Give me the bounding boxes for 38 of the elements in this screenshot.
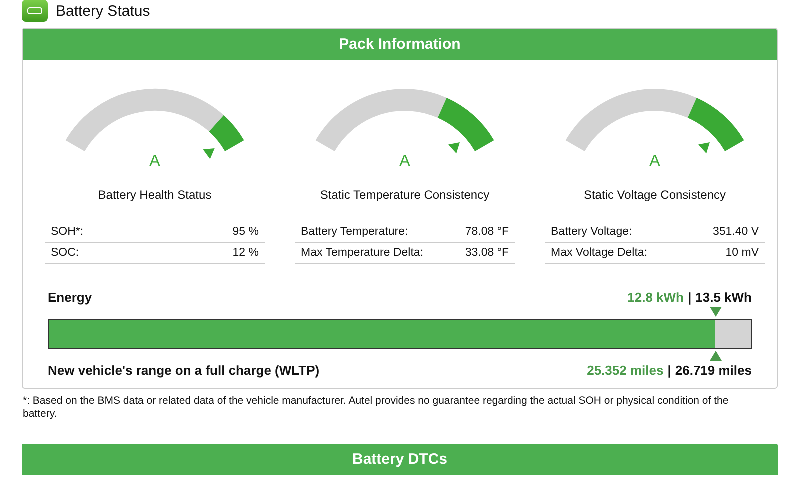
range-current: 25.352 miles <box>587 363 664 378</box>
energy-label: Energy <box>48 290 92 305</box>
pointer-icon <box>203 148 215 160</box>
gauge-grade: A <box>150 153 160 170</box>
range-label: New vehicle's range on a full charge (WLTP) <box>48 363 320 378</box>
footnote: *: Based on the BMS data or related data of the vehicle manufacturer. Autel provides no guarantee regarding the actual SOH or physical condition of the battery. <box>23 395 730 420</box>
energy-total: 13.5 kWh <box>696 290 752 305</box>
gauge-fill <box>437 98 494 152</box>
field-label: Max Voltage Delta: <box>551 247 648 259</box>
gauge-fill <box>687 98 744 152</box>
field-label: SOC: <box>51 247 80 259</box>
pointer-icon <box>448 142 460 154</box>
field-value: 78.08 °F <box>465 226 509 238</box>
field-value: 351.40 V <box>712 226 759 238</box>
separator: | <box>668 363 672 378</box>
section-header: Pack Information <box>23 29 777 60</box>
gauge-grade: A <box>650 153 660 170</box>
field-label: SOH*: <box>51 226 84 238</box>
energy-current: 12.8 kWh <box>628 290 684 305</box>
page-title: Battery Status <box>56 2 150 20</box>
field-value: 95 % <box>232 226 259 238</box>
field-value: 33.08 °F <box>465 247 509 259</box>
marker-icon <box>710 351 722 361</box>
range-total: 26.719 miles <box>675 363 752 378</box>
field-value: 12 % <box>232 247 259 259</box>
gauge-grade: A <box>400 153 410 170</box>
field-label: Max Temperature Delta: <box>301 247 424 259</box>
gauge-title: Static Voltage Consistency <box>584 188 726 202</box>
gauge-title: Static Temperature Consistency <box>320 188 490 202</box>
field-value: 10 mV <box>726 247 759 259</box>
separator: | <box>688 290 692 305</box>
gauge-title: Battery Health Status <box>98 188 212 202</box>
field-label: Battery Temperature: <box>301 226 408 238</box>
marker-icon <box>710 307 722 317</box>
section-header: Battery DTCs <box>22 444 778 476</box>
field-label: Battery Voltage: <box>551 226 632 238</box>
pointer-icon <box>698 142 710 154</box>
gauge-fill <box>208 116 244 152</box>
